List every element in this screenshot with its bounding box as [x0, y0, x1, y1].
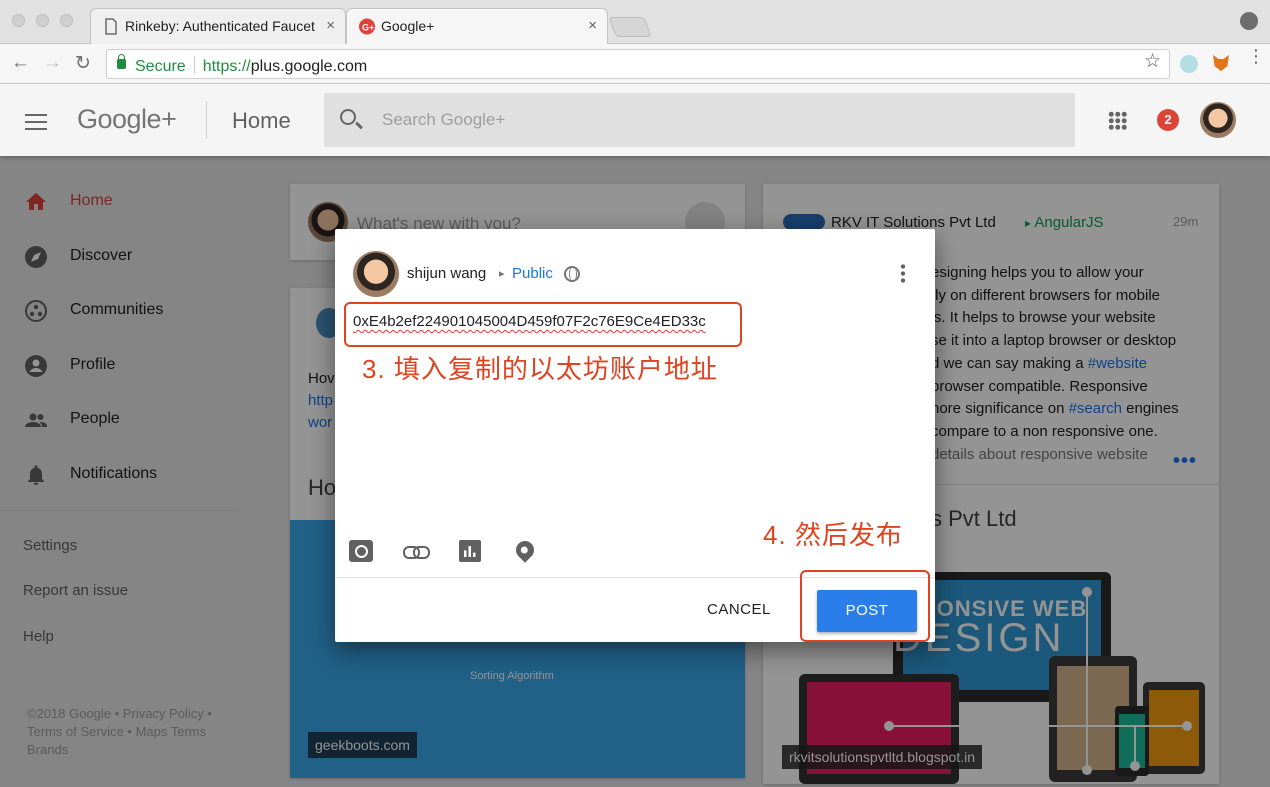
- reload-icon[interactable]: ↻: [75, 52, 91, 75]
- document-icon: [105, 18, 117, 35]
- url-scheme: https://: [202, 58, 251, 75]
- globe-icon: [564, 266, 580, 282]
- location-pin-icon[interactable]: [512, 537, 538, 563]
- hamburger-menu-icon[interactable]: [25, 114, 47, 130]
- browser-menu-icon[interactable]: ⋮: [1247, 47, 1265, 65]
- window-minimize-control[interactable]: [36, 14, 49, 27]
- lock-icon: [117, 54, 126, 69]
- avatar[interactable]: [1200, 102, 1236, 138]
- apps-grid-icon[interactable]: [1108, 111, 1127, 130]
- google-plus-favicon-icon: G+: [359, 18, 375, 35]
- bookmark-star-icon[interactable]: ☆: [1144, 50, 1161, 73]
- link-icon[interactable]: [403, 540, 430, 562]
- more-vert-icon[interactable]: [901, 263, 905, 283]
- new-tab-button[interactable]: [608, 17, 652, 37]
- post-text-field[interactable]: 0xE4b2ef224901045004D459f07F2c76E9Ce4ED3…: [353, 313, 706, 330]
- annotation-step-4: 4. 然后发布: [763, 520, 903, 550]
- camera-icon[interactable]: [349, 540, 373, 562]
- tab-title: Rinkeby: Authenticated Faucet: [125, 18, 315, 34]
- search-placeholder: Search Google+: [382, 110, 506, 129]
- search-icon: [340, 109, 356, 125]
- poll-icon[interactable]: [459, 540, 481, 562]
- chevron-right-icon: ▸: [499, 268, 505, 280]
- post-button[interactable]: POST: [817, 590, 917, 632]
- author-name: shijun wang: [407, 265, 487, 282]
- url-field[interactable]: Secure https://plus.google.com: [106, 49, 1170, 79]
- audience-selector[interactable]: Public: [512, 265, 553, 282]
- browser-tab-bar: Rinkeby: Authenticated Faucet × G+ Googl…: [0, 0, 1270, 44]
- annotation-step-3: 3. 填入复制的以太坊账户地址: [362, 354, 718, 384]
- forward-arrow-icon[interactable]: →: [43, 52, 62, 74]
- extension-icon[interactable]: [1180, 55, 1198, 73]
- close-tab-icon[interactable]: ×: [326, 17, 335, 34]
- svg-text:G+: G+: [362, 23, 374, 33]
- secure-label: Secure: [135, 58, 186, 75]
- address-bar-row: ← → ↻ Secure https://plus.google.com: [0, 44, 1270, 84]
- window-zoom-control[interactable]: [60, 14, 73, 27]
- tab-rinkeby[interactable]: Rinkeby: Authenticated Faucet ×: [90, 8, 346, 44]
- browser-account-icon[interactable]: [1240, 12, 1258, 30]
- gplus-header: Google+ Home Search Google+: [0, 84, 1270, 156]
- search-input[interactable]: Search Google+: [324, 93, 1075, 147]
- compose-post-dialog: shijun wang ▸ Public 0xE4b2ef22490104500…: [335, 229, 935, 642]
- window-close-control[interactable]: [12, 14, 25, 27]
- back-arrow-icon[interactable]: ←: [11, 52, 30, 74]
- tab-title: Google+: [381, 18, 435, 34]
- url-host: plus.google.com: [250, 58, 368, 75]
- cancel-button[interactable]: CANCEL: [707, 601, 771, 618]
- avatar: [353, 251, 399, 297]
- page-title: Home: [232, 108, 291, 133]
- tab-google-plus[interactable]: G+ Google+ ×: [346, 8, 608, 44]
- notification-badge[interactable]: 2: [1157, 109, 1179, 131]
- close-tab-icon[interactable]: ×: [588, 17, 597, 34]
- google-plus-logo[interactable]: Google+: [77, 104, 177, 135]
